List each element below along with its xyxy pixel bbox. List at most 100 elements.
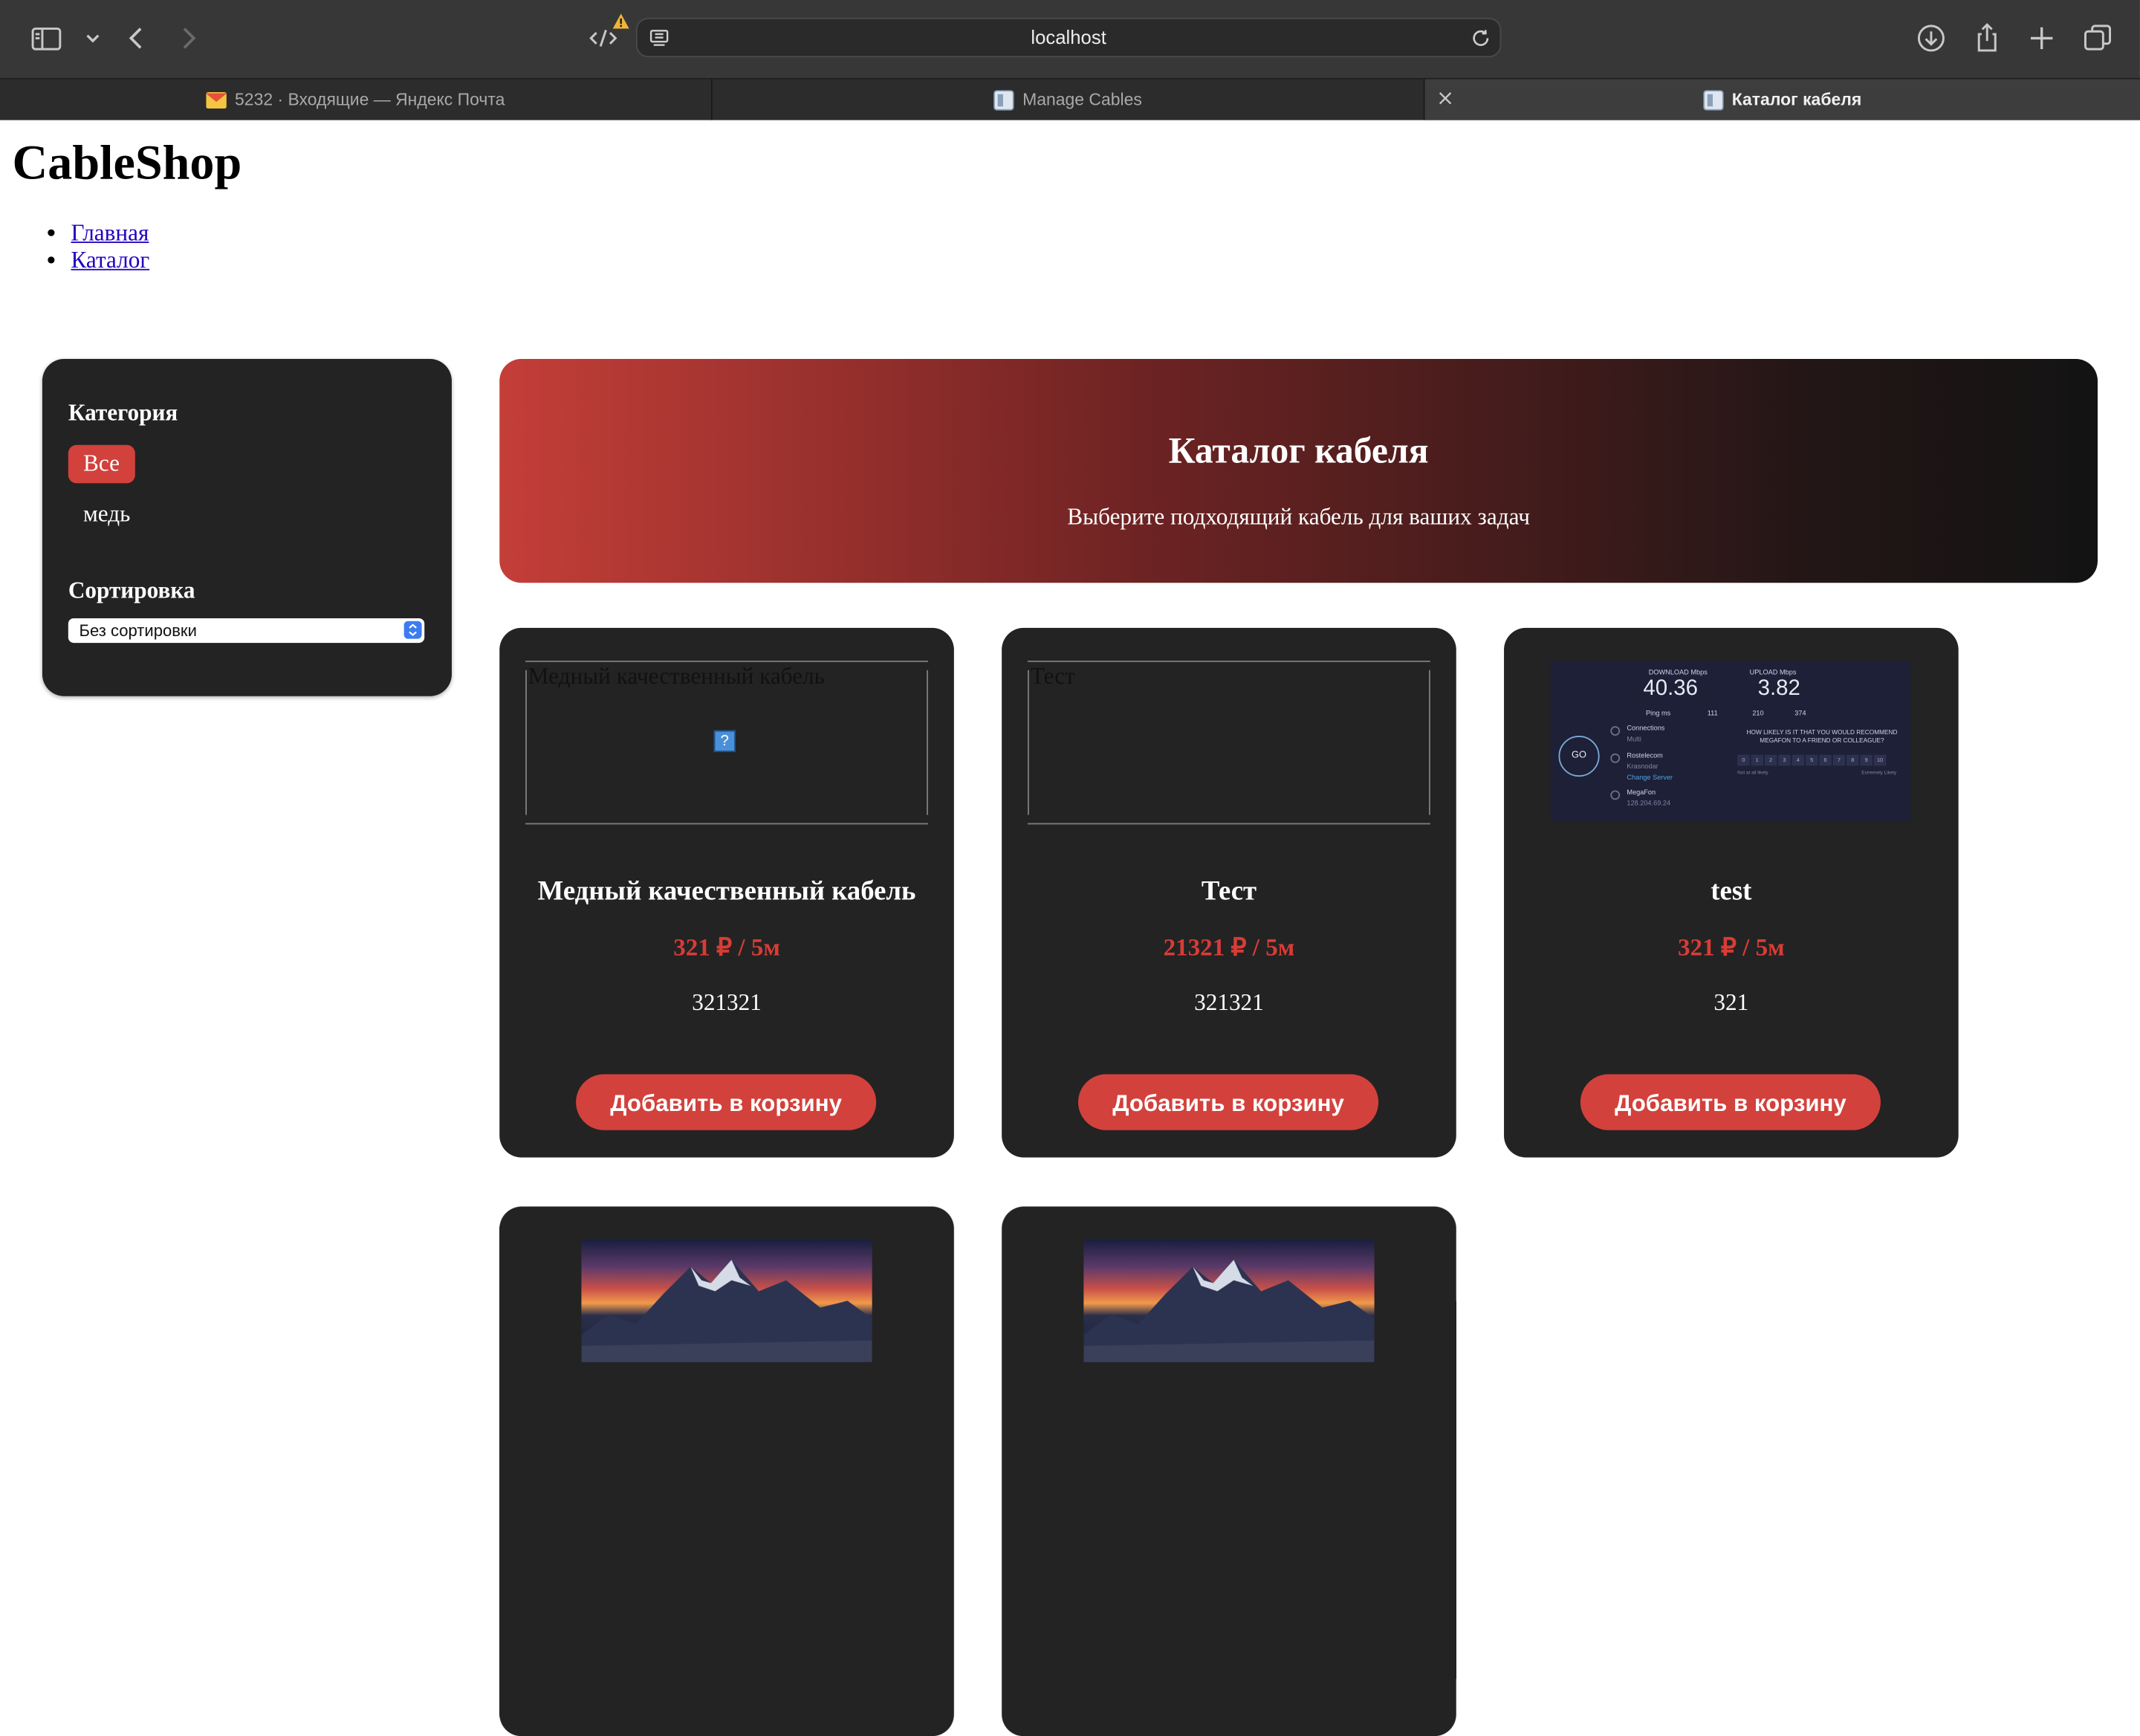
sort-heading: Сортировка: [68, 577, 195, 603]
product-title: Тест: [1201, 876, 1257, 907]
add-to-cart-button[interactable]: Добавить в корзину: [1077, 1074, 1379, 1130]
select-arrows-icon: [403, 621, 422, 639]
forward-arrow-icon[interactable]: [171, 21, 207, 56]
warning-icon: [612, 13, 629, 29]
isp-ip: 128.204.69.24: [1627, 800, 1671, 809]
isp-name: MegaFon: [1627, 788, 1656, 797]
scale-cell: 10: [1873, 754, 1887, 766]
new-tab-icon[interactable]: [2024, 21, 2060, 56]
category-heading: Категория: [68, 400, 178, 427]
scale-cell: 5: [1805, 754, 1818, 766]
reload-icon[interactable]: [1470, 27, 1491, 49]
nav-item-home: Главная: [71, 220, 150, 247]
isp-icon: [1610, 790, 1621, 800]
tab-title: 5232 · Входящие — Яндекс Почта: [235, 90, 505, 109]
image-alt-text: Тест: [1030, 663, 1075, 690]
sort-selected-value: Без сортировки: [79, 621, 197, 641]
ping-value: 374: [1794, 710, 1806, 719]
server-name: Rostelecom: [1627, 752, 1663, 761]
scale-cell: 4: [1792, 754, 1805, 766]
broken-image-icon: ?: [713, 730, 736, 753]
scale-cell: 2: [1764, 754, 1777, 766]
nav-link-home[interactable]: Главная: [71, 220, 149, 246]
hero-subtitle: Выберите подходящий кабель для ваших зад…: [1067, 503, 1530, 530]
main-nav: Главная Каталог: [44, 220, 150, 274]
filter-sidebar: Категория Все медь Сортировка Без сортир…: [42, 359, 452, 696]
site-brand: CableShop: [12, 135, 242, 190]
tab-title: Каталог кабеля: [1731, 90, 1862, 109]
upload-value: 3.82: [1757, 677, 1800, 701]
mountain-image: [581, 1260, 872, 1363]
speedtest-go-button: GO: [1558, 735, 1600, 777]
address-bar[interactable]: localhost: [635, 17, 1502, 58]
product-card: Медный качественный кабель ? Медный каче…: [499, 627, 954, 1158]
nav-link-catalog[interactable]: Каталог: [71, 247, 150, 273]
product-price: 321 ₽ / 5м: [1678, 933, 1785, 962]
browser-toolbar: localhost: [0, 0, 2140, 78]
connections-icon: [1610, 726, 1621, 736]
tab-bar: 5232 · Входящие — Яндекс Почта Manage Ca…: [0, 77, 2140, 120]
product-title: test: [1711, 876, 1752, 907]
recommend-scale: 0 1 2 3 4 5 6 7 8 9 10: [1737, 754, 1887, 766]
product-description: 321321: [1194, 989, 1264, 1016]
recommend-question: HOW LIKELY IS IT THAT YOU WOULD RECOMMEN…: [1746, 728, 1898, 745]
product-image: Медный качественный кабель ?: [525, 660, 928, 825]
product-image-mountains: [1083, 1239, 1375, 1363]
image-alt-text: Медный качественный кабель: [528, 663, 825, 690]
product-card: Тест Тест 21321 ₽ / 5м 321321 Добавить в…: [1002, 627, 1456, 1158]
download-value: 40.36: [1643, 677, 1698, 701]
ping-value: 111: [1707, 710, 1718, 719]
back-arrow-icon[interactable]: [119, 21, 155, 56]
product-card: [1002, 1206, 1456, 1736]
page-icon: [1703, 89, 1724, 110]
product-image-mountains: [581, 1239, 872, 1363]
scale-cell: 8: [1846, 754, 1859, 766]
mail-icon: [206, 91, 227, 108]
page-icon: [993, 89, 1015, 110]
scale-cell: 7: [1832, 754, 1846, 766]
server-city: Krasnodar: [1627, 762, 1658, 771]
product-description: 321: [1713, 989, 1749, 1016]
tab-manage-cables[interactable]: Manage Cables: [713, 79, 1425, 120]
sidebar-toggle-icon[interactable]: [29, 21, 65, 56]
scale-cell: 3: [1778, 754, 1791, 766]
scale-low-label: Not at all likely: [1737, 769, 1768, 776]
connections-label: Connections: [1627, 725, 1665, 733]
tab-yandex-mail[interactable]: 5232 · Входящие — Яндекс Почта: [0, 79, 713, 120]
product-title: Медный качественный кабель: [537, 876, 916, 907]
upload-label: UPLOAD Mbps: [1749, 668, 1797, 678]
mountain-image: [1083, 1260, 1375, 1363]
scale-cell: 0: [1737, 754, 1750, 766]
nav-item-catalog: Каталог: [71, 247, 150, 274]
category-copper-button[interactable]: медь: [83, 501, 130, 528]
ping-label: Ping ms: [1646, 710, 1671, 719]
product-card: DOWNLOAD Mbps 40.36 UPLOAD Mbps 3.82 Pin…: [1504, 627, 1959, 1158]
product-price: 21321 ₽ / 5м: [1163, 933, 1295, 962]
share-icon[interactable]: [1969, 21, 2005, 56]
tab-cable-catalog[interactable]: Каталог кабеля: [1424, 79, 2140, 120]
chevron-down-icon[interactable]: [75, 21, 100, 56]
product-image-speedtest: DOWNLOAD Mbps 40.36 UPLOAD Mbps 3.82 Pin…: [1550, 660, 1911, 822]
change-server-link: Change Server: [1627, 774, 1673, 783]
product-card: [499, 1206, 954, 1736]
add-to-cart-button[interactable]: Добавить в корзину: [1580, 1074, 1881, 1130]
server-icon: [1610, 753, 1621, 763]
scale-cell: 1: [1751, 754, 1764, 766]
add-to-cart-button[interactable]: Добавить в корзину: [576, 1074, 877, 1130]
tab-overview-icon[interactable]: [2080, 21, 2115, 56]
address-url[interactable]: localhost: [638, 26, 1500, 48]
product-image: Тест: [1028, 660, 1430, 825]
scale-cell: 6: [1819, 754, 1832, 766]
scale-high-label: Extremely Likely: [1861, 769, 1897, 776]
hero-title: Каталог кабеля: [1168, 430, 1429, 471]
downloads-icon[interactable]: [1913, 21, 1949, 56]
catalog-hero-banner: Каталог кабеля Выберите подходящий кабел…: [499, 359, 2098, 583]
sort-select[interactable]: Без сортировки: [68, 618, 425, 644]
category-all-button[interactable]: Все: [68, 444, 135, 484]
scale-cell: 9: [1860, 754, 1872, 766]
tab-title: Manage Cables: [1022, 90, 1142, 109]
close-icon[interactable]: [1436, 88, 1455, 108]
ping-value: 210: [1752, 710, 1764, 719]
connections-value: Multi: [1627, 735, 1641, 745]
download-label: DOWNLOAD Mbps: [1648, 668, 1708, 678]
